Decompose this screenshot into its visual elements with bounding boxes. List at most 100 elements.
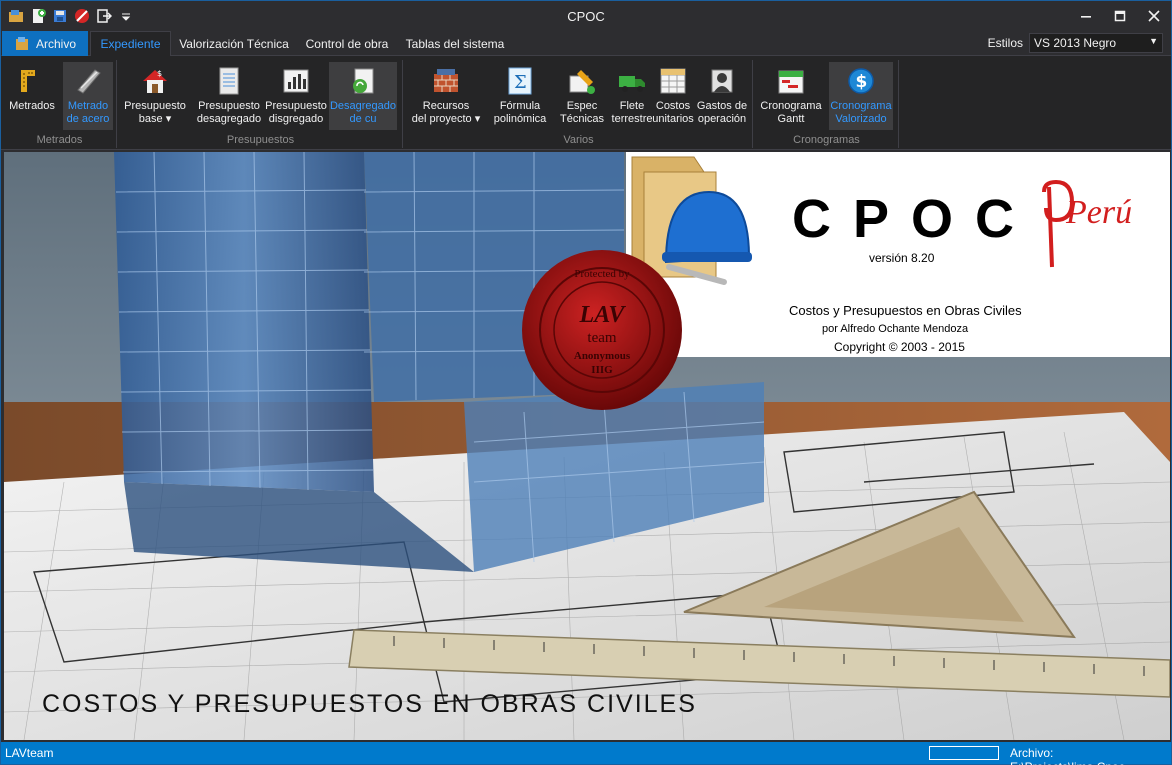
sigma-formula-icon: Σ <box>504 65 536 97</box>
styles-dropdown[interactable]: VS 2013 Negro ▼ <box>1029 33 1163 53</box>
desagregado-cu-label-1: Desagregado <box>329 100 397 112</box>
formula-label-1: Fórmula <box>499 100 541 112</box>
bar-chart-icon <box>280 65 312 97</box>
gastos-de-operacion-button[interactable]: Gastos de operación <box>695 62 749 130</box>
presupuesto-base-label-1: Presupuesto <box>124 100 186 112</box>
maximize-button[interactable] <box>1103 1 1137 31</box>
splash-title: CPOC <box>792 189 1037 249</box>
desagregado-de-cu-button[interactable]: Desagregado de cu <box>329 62 397 130</box>
metrados-label: Metrados <box>9 100 55 112</box>
flete-terrestre-button[interactable]: Flete terrestre <box>609 62 655 130</box>
recursos-del-proyecto-button[interactable]: Recursos del proyecto ▾ <box>409 62 483 130</box>
window-title: CPOC <box>567 9 605 24</box>
svg-text:$: $ <box>856 72 868 92</box>
measuring-tape-icon <box>16 65 48 97</box>
app-window: CPOC Archivo Expediente Valorización Téc… <box>0 0 1172 765</box>
presupuesto-desagregado-label-2: desagregado <box>196 113 262 125</box>
presupuesto-base-label-2: base ▾ <box>138 113 172 125</box>
status-progress-bar <box>929 746 999 760</box>
svg-text:$: $ <box>157 69 162 78</box>
technical-spec-icon <box>566 65 598 97</box>
close-button[interactable] <box>1137 1 1171 31</box>
tab-archivo[interactable]: Archivo <box>2 31 88 56</box>
presupuesto-base-button[interactable]: $ Presupuesto base ▾ <box>121 62 189 130</box>
dollar-coin-icon: $ <box>845 65 877 97</box>
valorizado-label-2: Valorizado <box>835 113 887 125</box>
splash-author: por Alfredo Ochante Mendoza <box>822 323 969 335</box>
presupuesto-disgregado-button[interactable]: Presupuesto disgregado <box>265 62 327 130</box>
file-menu-icon <box>15 36 28 50</box>
tab-control-de-obra[interactable]: Control de obra <box>299 31 395 56</box>
group-cronogramas: Cronograma Gantt $ Cronograma Valorizado… <box>755 60 899 148</box>
group-metrados: Metrados Metrado de acero Metrados <box>3 60 117 148</box>
seal-text-2: team <box>587 330 617 346</box>
window-controls <box>1069 1 1171 31</box>
chevron-down-icon: ▼ <box>1149 36 1158 46</box>
gantt-label-2: Gantt <box>777 113 805 125</box>
splash-banner: COSTOS Y PRESUPUESTOS EN OBRAS CIVILES <box>42 690 697 718</box>
presupuesto-disgregado-label-1: Presupuesto <box>265 100 327 112</box>
status-bar: LAVteam Archivo: E:\Projects\lima.Cpoc <box>1 742 1171 765</box>
seal-text-3: Anonymous <box>573 350 631 362</box>
bricks-icon <box>430 65 462 97</box>
seal-ring-text: Protected by <box>574 268 630 280</box>
styles-control: Estilos VS 2013 Negro ▼ <box>988 33 1163 53</box>
tab-tablas-del-sistema[interactable]: Tablas del sistema <box>401 31 509 56</box>
gantt-calendar-icon <box>775 65 807 97</box>
seal-text-4: IIIG <box>591 364 613 376</box>
tab-archivo-label: Archivo <box>35 36 76 51</box>
status-file-path: Archivo: E:\Projects\lima.Cpoc <box>1010 746 1125 765</box>
styles-selected-value: VS 2013 Negro <box>1034 36 1117 50</box>
gastos-label-2: operación <box>697 113 747 125</box>
tab-valorizacion-tecnica[interactable]: Valorización Técnica <box>175 31 293 56</box>
metrado-acero-label-2: de acero <box>66 113 110 125</box>
splash-area: CPOC Perú versión 8.20 Costos y Presupue… <box>4 152 1170 740</box>
recursos-label-1: Recursos <box>422 100 470 112</box>
splash-version: versión 8.20 <box>869 251 935 265</box>
valorizado-label-1: Cronograma <box>830 100 892 112</box>
metrado-de-acero-button[interactable]: Metrado de acero <box>63 62 113 130</box>
styles-label: Estilos <box>987 36 1023 50</box>
status-user: LAVteam <box>5 746 54 760</box>
espec-label-1: Espec <box>566 100 598 112</box>
seal-text-1: LAV <box>579 302 625 328</box>
group-label-presupuestos: Presupuestos <box>226 134 295 146</box>
ribbon: Metrados Metrado de acero Metrados $ Pre… <box>1 56 1171 150</box>
costos-label-2: unitarios <box>652 113 694 125</box>
title-bar: CPOC <box>1 1 1171 31</box>
splash-brand: Perú <box>1066 194 1133 231</box>
desagregado-cu-label-2: de cu <box>349 113 377 125</box>
presupuesto-desagregado-label-1: Presupuesto <box>198 100 260 112</box>
group-label-cronogramas: Cronogramas <box>793 134 860 146</box>
document-list-icon <box>213 65 245 97</box>
ribbon-tab-row: Archivo Expediente Valorización Técnica … <box>1 31 1171 56</box>
minimize-button[interactable] <box>1069 1 1103 31</box>
formula-label-2: polinómica <box>493 113 547 125</box>
group-label-metrados: Metrados <box>36 134 83 146</box>
group-presupuestos: $ Presupuesto base ▾ Presupuesto desagre… <box>119 60 403 148</box>
metrados-button[interactable]: Metrados <box>5 62 59 130</box>
gantt-label-1: Cronograma <box>760 100 822 112</box>
especificaciones-tecnicas-button[interactable]: Espec Técnicas <box>555 62 609 130</box>
house-budget-icon: $ <box>139 65 171 97</box>
group-label-varios: Varios <box>563 134 594 146</box>
steel-bar-icon <box>72 65 104 97</box>
gastos-label-1: Gastos de <box>696 100 748 112</box>
splash-subtitle: Costos y Presupuestos en Obras Civiles <box>789 303 1022 318</box>
cronograma-valorizado-button[interactable]: $ Cronograma Valorizado <box>829 62 893 130</box>
flete-label-2: terrestre <box>611 113 653 125</box>
group-varios: Recursos del proyecto ▾ Σ Fórmula polinó… <box>405 60 753 148</box>
metrado-acero-label-1: Metrado <box>67 100 109 112</box>
splash-copyright: Copyright © 2003 - 2015 <box>834 340 965 354</box>
tab-expediente[interactable]: Expediente <box>90 31 171 56</box>
costos-label-1: Costos <box>655 100 691 112</box>
presupuesto-disgregado-label-2: disgregado <box>268 113 324 125</box>
cronograma-gantt-button[interactable]: Cronograma Gantt <box>759 62 823 130</box>
flete-label-1: Flete <box>619 100 645 112</box>
costos-unitarios-button[interactable]: Costos unitarios <box>652 62 694 130</box>
svg-text:Σ: Σ <box>514 72 527 93</box>
recycle-document-icon <box>347 65 379 97</box>
presupuesto-desagregado-button[interactable]: Presupuesto desagregado <box>195 62 263 130</box>
formula-polinomica-button[interactable]: Σ Fórmula polinómica <box>487 62 553 130</box>
spreadsheet-icon <box>657 65 689 97</box>
